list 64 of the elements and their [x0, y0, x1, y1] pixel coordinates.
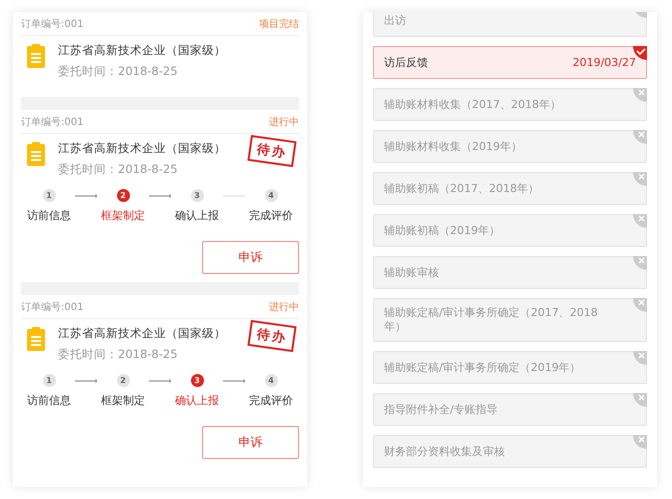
task-item[interactable]: 访后反馈 2019/03/27 — [373, 46, 647, 79]
connector-line — [223, 192, 245, 198]
step-label: 访前信息 — [27, 208, 71, 223]
arrow-line — [149, 192, 171, 198]
task-label: 辅助账材料收集（2017、2018年） — [384, 98, 561, 112]
arrow-line — [75, 192, 97, 198]
step-number: 1 — [42, 374, 56, 387]
task-label: 辅助账定稿/审计事务所确定（2019年） — [384, 360, 581, 374]
order-status: 进行中 — [269, 116, 299, 128]
task-item[interactable]: 辅助账审核 — [373, 256, 647, 289]
company-name: 江苏省高新技术企业（国家级） — [58, 43, 226, 58]
step-number: 2 — [116, 374, 130, 387]
task-label: 辅助账初稿（2017、2018年） — [384, 182, 539, 196]
step-label: 访前信息 — [27, 393, 71, 408]
task-item[interactable]: 辅助账材料收集（2017、2018年） — [373, 88, 647, 121]
task-label: 访后反馈 — [384, 56, 428, 70]
arrow-line — [223, 378, 245, 384]
task-label: 财务部分资料收集及审核 — [384, 444, 505, 458]
order-status: 进行中 — [269, 300, 299, 314]
step-number: 4 — [264, 189, 278, 202]
task-label: 辅助账定稿/审计事务所确定（2017、2018年） — [384, 306, 599, 334]
commission-date: 委托时间：2018-8-25 — [58, 162, 179, 177]
todo-stamp: 待办 — [247, 134, 297, 168]
task-label: 辅助账审核 — [384, 266, 439, 280]
order-number: 订单编号:001 — [21, 116, 84, 128]
task-item[interactable]: 辅助账定稿/审计事务所确定（2019年） — [373, 351, 647, 384]
appeal-button[interactable]: 申诉 — [202, 241, 299, 274]
clipboard-icon — [26, 326, 46, 352]
task-label: 指导附件补全/专账指导 — [384, 402, 498, 416]
order-number: 订单编号:001 — [21, 18, 84, 30]
commission-date: 委托时间：2018-8-25 — [58, 64, 179, 79]
task-item[interactable]: 指导附件补全/专账指导 — [373, 393, 647, 426]
order-status: 项目完结 — [259, 18, 299, 30]
step-label: 确认上报 — [175, 208, 219, 223]
step-number: 3 — [190, 189, 204, 202]
company-name: 江苏省高新技术企业（国家级） — [58, 141, 226, 156]
task-item[interactable]: 财务部分资料收集及审核 — [373, 435, 647, 468]
step-number: 1 — [42, 189, 56, 202]
arrow-line — [149, 378, 171, 384]
task-item[interactable]: 出访 — [373, 12, 647, 37]
clipboard-icon — [26, 141, 46, 167]
commission-date: 委托时间：2018-8-25 — [58, 347, 179, 362]
task-label: 辅助账材料收集（2019年） — [384, 140, 522, 154]
company-name: 江苏省高新技术企业（国家级） — [58, 326, 226, 341]
step-number: 2 — [116, 189, 130, 202]
task-item[interactable]: 辅助账材料收集（2019年） — [373, 130, 647, 163]
arrow-line — [75, 378, 97, 384]
task-label: 出访 — [384, 14, 406, 28]
step-label: 完成评价 — [249, 393, 293, 408]
order-number: 订单编号:001 — [21, 300, 84, 314]
task-label: 辅助账初稿（2019年） — [384, 224, 500, 238]
clipboard-icon — [26, 43, 46, 69]
task-item[interactable]: 辅助账初稿（2017、2018年） — [373, 172, 647, 205]
task-item[interactable]: 辅助账初稿（2019年） — [373, 214, 647, 247]
step-number: 3 — [190, 374, 204, 387]
step-number: 4 — [264, 374, 278, 387]
step-label: 完成评价 — [249, 208, 293, 223]
task-item[interactable]: 辅助账定稿/审计事务所确定（2017、2018年） — [373, 298, 647, 342]
step-label: 框架制定 — [101, 208, 145, 223]
appeal-button[interactable]: 申诉 — [202, 426, 299, 459]
task-date: 2019/03/27 — [572, 56, 636, 69]
todo-stamp: 待办 — [247, 320, 297, 352]
step-label: 框架制定 — [101, 393, 145, 408]
step-label: 确认上报 — [175, 393, 219, 408]
